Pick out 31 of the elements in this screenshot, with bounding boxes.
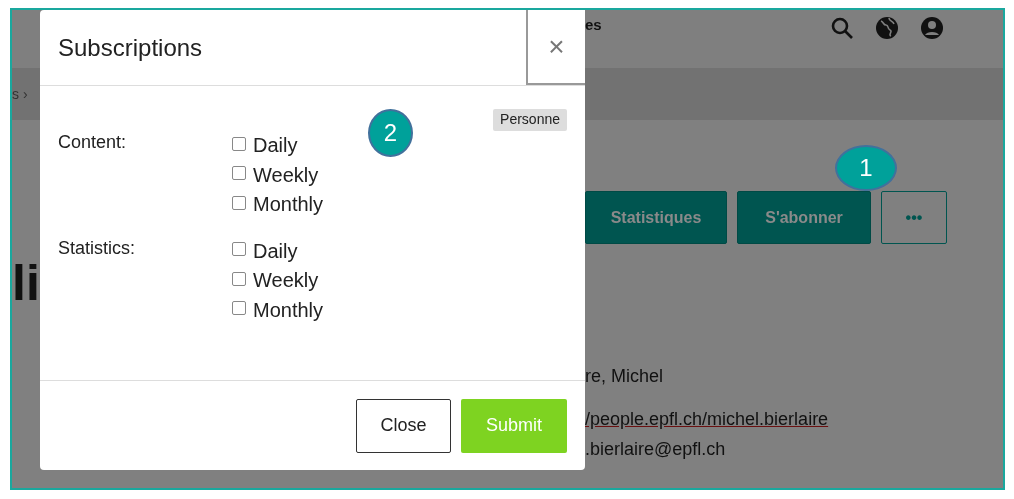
group-label: Content: — [58, 131, 128, 154]
action-button[interactable]: Statistiques — [585, 191, 727, 244]
checkbox[interactable] — [232, 271, 246, 286]
submit-button[interactable]: Submit — [461, 398, 567, 453]
checkbox[interactable] — [232, 242, 246, 257]
group-label: Statistics: — [58, 236, 137, 260]
globe-icon[interactable] — [874, 16, 899, 40]
profile-link[interactable]: /people.epfl.ch/michel.bierlaire — [585, 404, 947, 434]
option-label: Monthly — [253, 298, 324, 322]
detail-text: re, Michel — [585, 365, 665, 388]
checkbox[interactable] — [232, 136, 246, 151]
nav-link[interactable]: es — [585, 16, 602, 33]
action-button[interactable]: S'abonner — [737, 191, 871, 244]
breadcrumb[interactable]: s › — [12, 86, 28, 102]
checkbox[interactable] — [232, 166, 246, 181]
checkbox[interactable] — [232, 195, 246, 210]
option-label: Monthly — [253, 193, 324, 217]
close-button[interactable]: Close — [356, 398, 451, 453]
dialog-title: Subscriptions — [58, 33, 203, 62]
close-button[interactable]: × — [526, 10, 585, 85]
option-label: Daily — [253, 134, 298, 158]
search-icon[interactable] — [829, 16, 854, 40]
badge: Personne — [493, 109, 567, 131]
user-icon[interactable] — [919, 16, 944, 40]
option-label: Daily — [253, 239, 298, 263]
option-label: Weekly — [253, 163, 319, 187]
checkbox[interactable] — [232, 301, 246, 316]
page-heading: li — [12, 255, 40, 311]
detail-text: .bierlaire@epfl.ch — [585, 438, 727, 461]
option-label: Weekly — [253, 269, 319, 293]
action-button[interactable]: ••• — [881, 191, 947, 244]
